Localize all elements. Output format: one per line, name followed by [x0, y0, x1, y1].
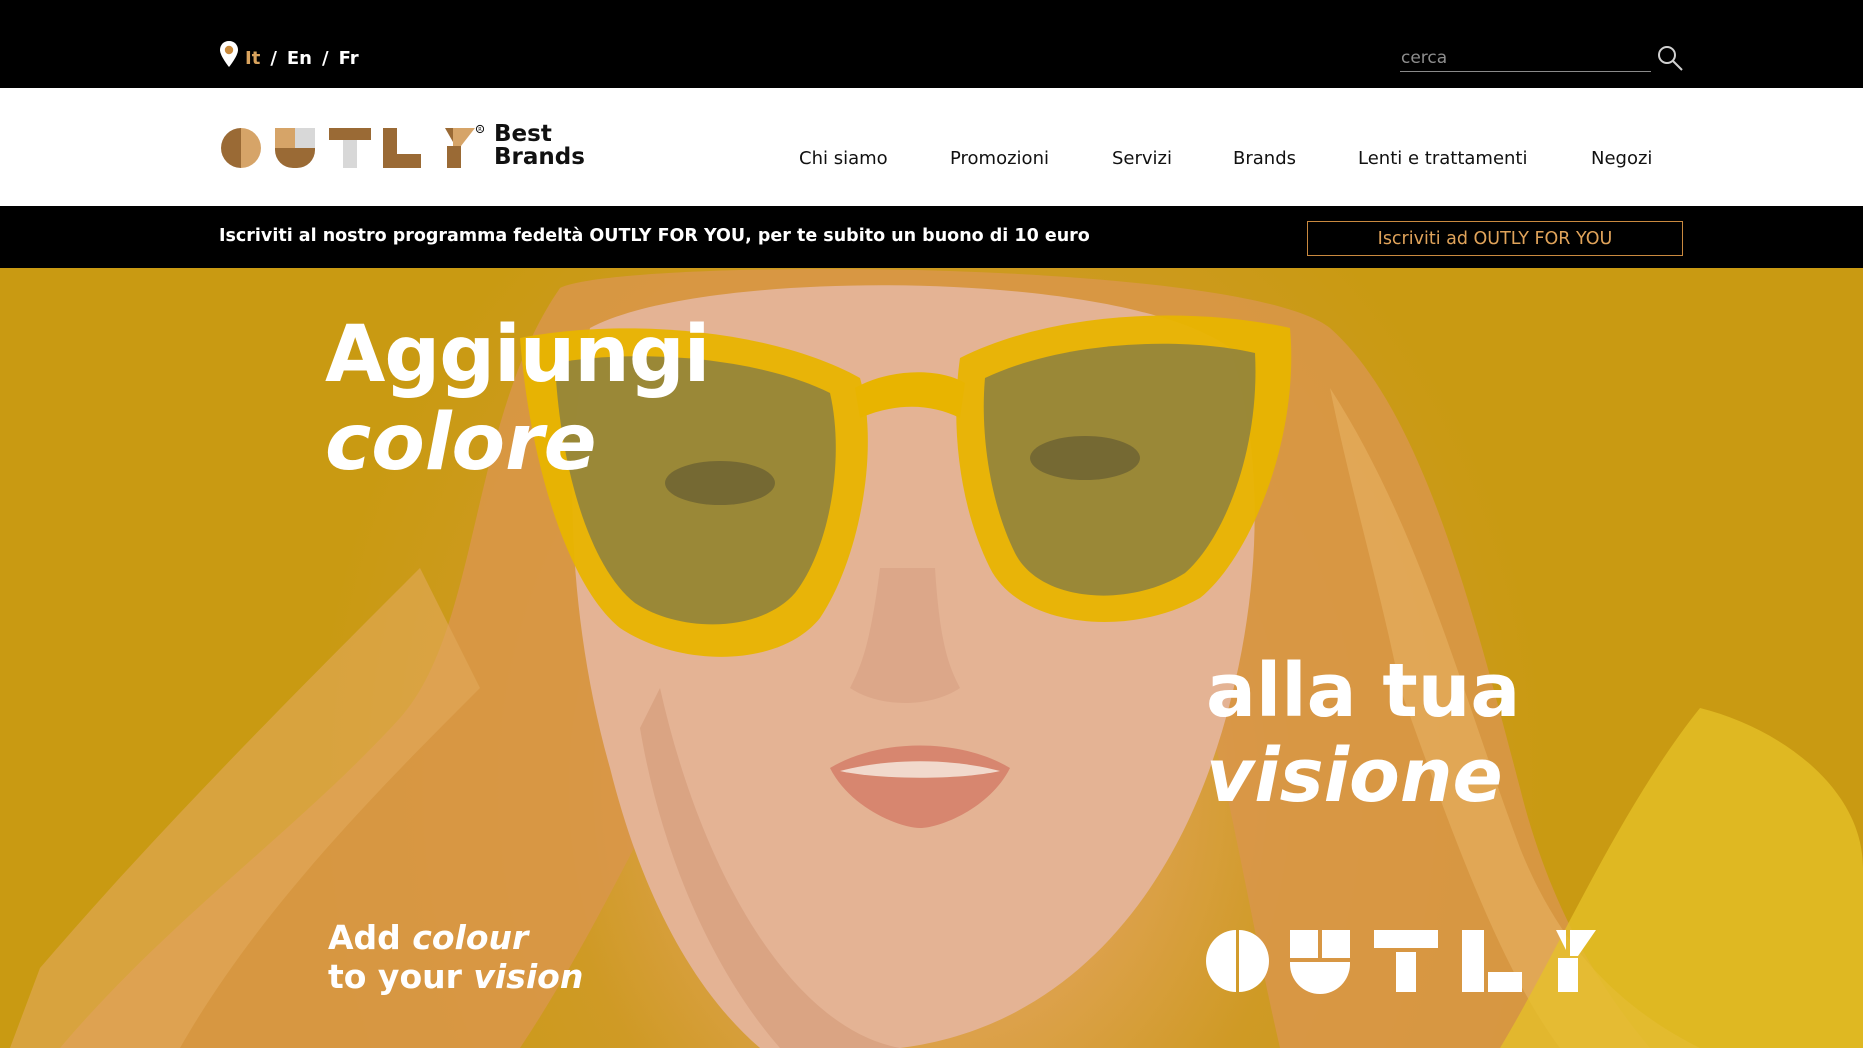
svg-text:R: R — [478, 127, 482, 133]
hero-subline-plain-2: to your — [328, 957, 474, 996]
promo-bar: Iscriviti al nostro programma fedeltà OU… — [0, 206, 1863, 268]
nav-lenti-e-trattamenti[interactable]: Lenti e trattamenti — [1358, 148, 1527, 169]
search-box — [1400, 44, 1684, 74]
nav-chi-siamo[interactable]: Chi siamo — [799, 148, 888, 169]
language-switcher: It / En / Fr — [219, 41, 359, 72]
top-bar: It / En / Fr — [0, 0, 1863, 88]
hero-subline: Add colour to your vision — [328, 918, 583, 996]
hero-headline-line1: Aggiungi — [325, 310, 710, 400]
nav-promozioni[interactable]: Promozioni — [950, 148, 1049, 169]
nav-servizi[interactable]: Servizi — [1112, 148, 1172, 169]
promo-text: Iscriviti al nostro programma fedeltà OU… — [219, 226, 1090, 246]
nav-negozi[interactable]: Negozi — [1591, 148, 1652, 169]
subscribe-button[interactable]: Iscriviti ad OUTLY FOR YOU — [1307, 221, 1683, 256]
hero-headline-line2: colore — [325, 398, 597, 488]
hero-headline-line4: visione — [1206, 733, 1503, 819]
main-nav: Chi siamo Promozioni Servizi Brands Lent… — [0, 148, 1863, 178]
nav-brands[interactable]: Brands — [1233, 148, 1296, 169]
search-icon[interactable] — [1656, 44, 1684, 72]
language-fr-link[interactable]: Fr — [339, 48, 359, 69]
hero-outly-logo — [1206, 930, 1596, 994]
logo-tagline-line1: Best — [494, 121, 552, 147]
hero-subline-italic-1: colour — [412, 918, 529, 957]
location-pin-icon — [220, 41, 238, 67]
site-header: R Best Brands Chi siamo Promozioni Servi… — [0, 88, 1863, 206]
hero-subline-plain-1: Add — [328, 918, 413, 957]
language-it-link[interactable]: It — [245, 48, 260, 69]
hero-banner[interactable]: Aggiungi colore alla tua visione Add col… — [0, 268, 1863, 1048]
hero-headline-line3: alla tua — [1206, 648, 1521, 734]
language-separator: / — [270, 47, 277, 69]
language-separator: / — [322, 47, 329, 69]
language-en-link[interactable]: En — [287, 48, 312, 69]
hero-subline-italic-2: vision — [473, 957, 584, 996]
search-input[interactable] — [1400, 44, 1651, 72]
